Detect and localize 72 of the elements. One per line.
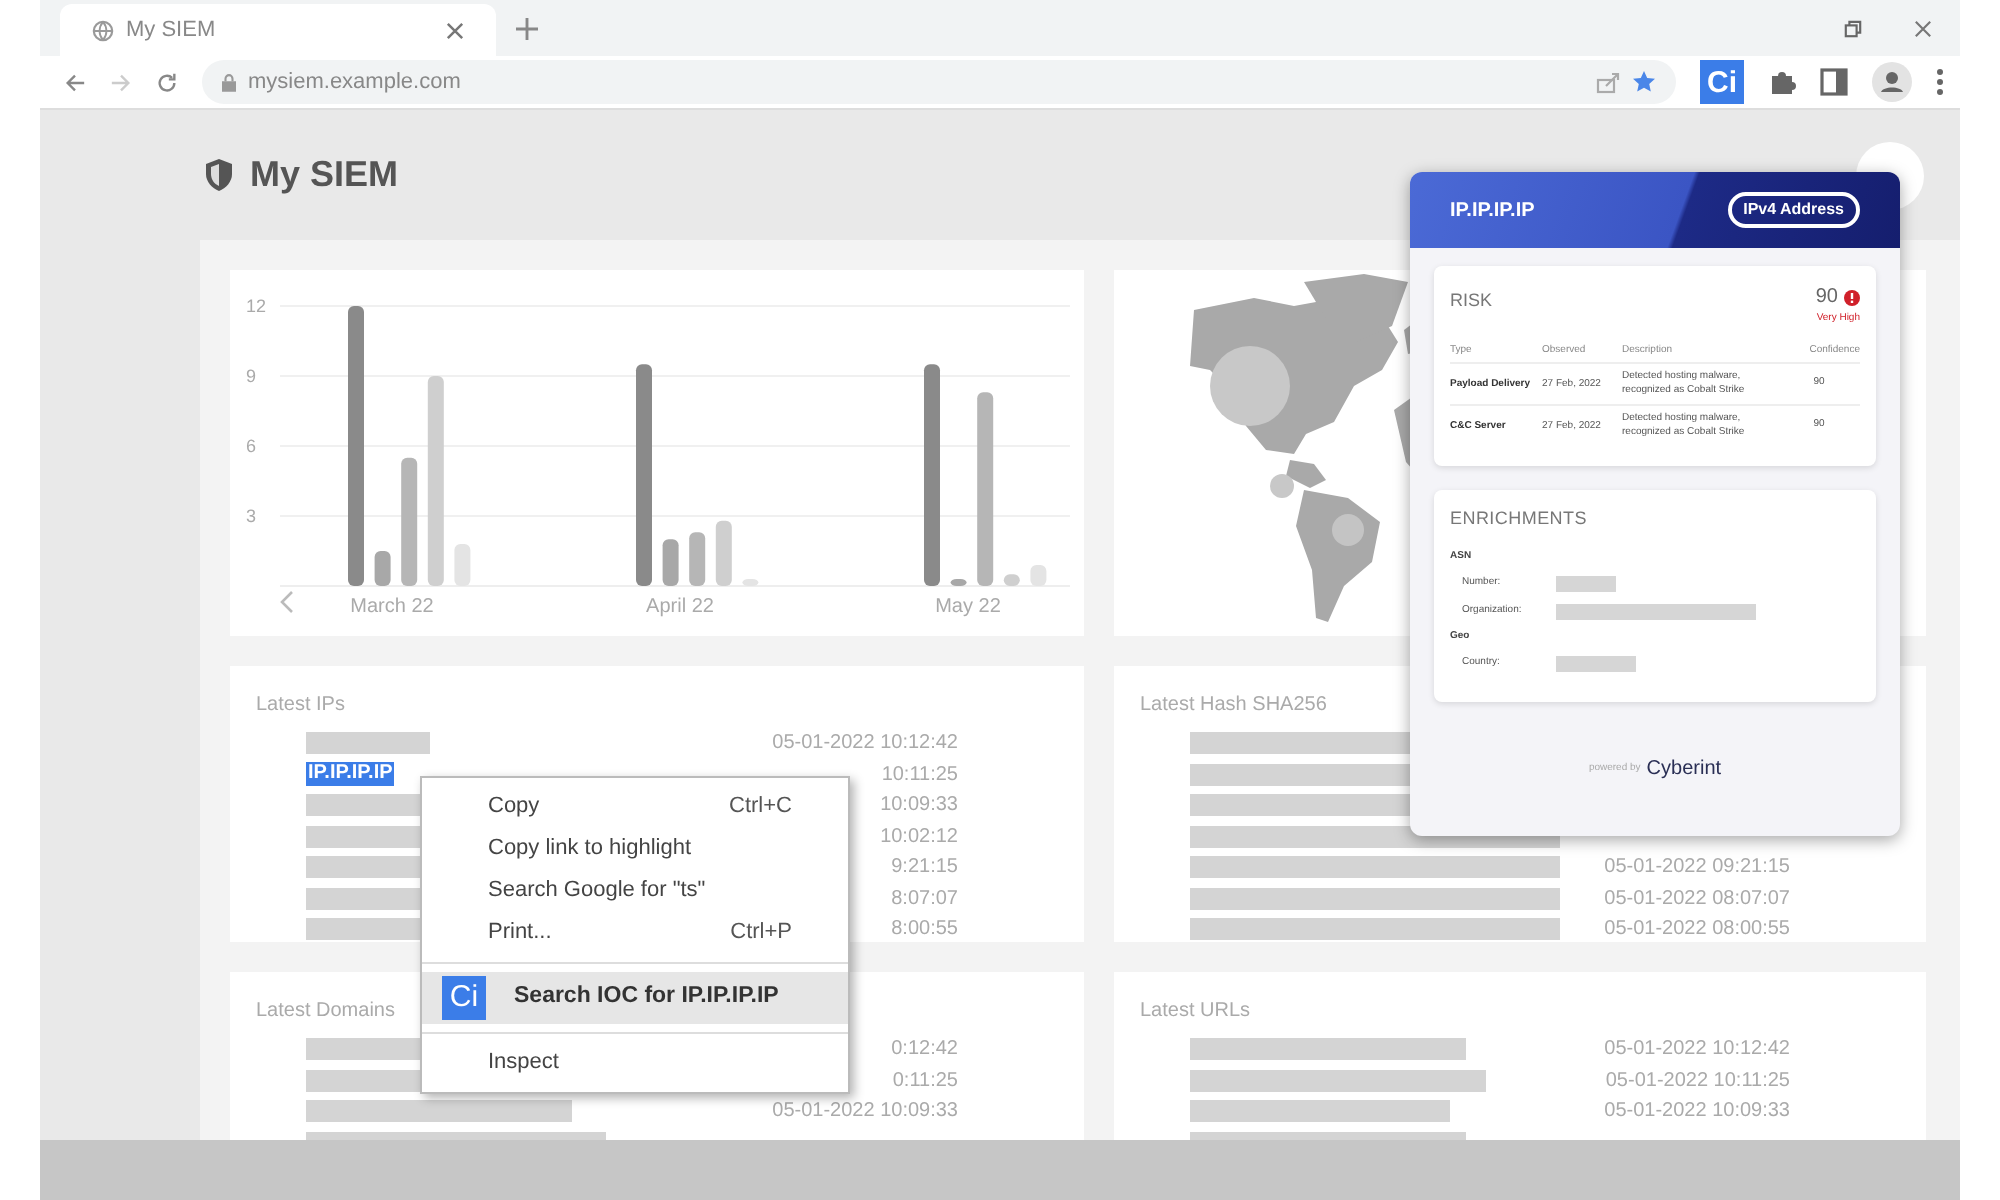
timestamp: 05-01-2022 10:12:42 xyxy=(1604,1036,1790,1065)
section-title: ENRICHMENTS xyxy=(1450,506,1589,532)
brand-name: Cyberint xyxy=(1646,755,1722,784)
timestamp: 05-01-2022 10:11:25 xyxy=(1605,1067,1790,1096)
redacted-bar xyxy=(1556,655,1636,671)
close-icon[interactable] xyxy=(446,21,464,39)
timestamp: 05-01-2022 10:09:33 xyxy=(772,1098,958,1127)
chart-bar xyxy=(715,520,732,586)
url-text: mysiem.example.com xyxy=(248,67,463,98)
axis-label: 9 xyxy=(246,366,257,386)
axis-label: April 22 xyxy=(646,596,714,618)
puzzle-icon[interactable] xyxy=(1768,68,1796,96)
timestamp: 05-01-2022 08:07:07 xyxy=(1604,885,1790,914)
type-badge: IPv4 Address xyxy=(1727,192,1860,228)
menu-item[interactable]: Copy Ctrl+C xyxy=(422,786,848,828)
axis-label: March 22 xyxy=(350,596,434,618)
page-title: My SIEM xyxy=(250,152,399,198)
timestamp: 05-01-2022 10:09:33 xyxy=(1604,1098,1790,1127)
extension-icon: Ci xyxy=(442,976,486,1020)
timestamp: 9:21:15 xyxy=(891,854,958,883)
share-icon[interactable] xyxy=(1596,71,1620,93)
axis-label: 12 xyxy=(246,296,267,316)
timestamp: 8:07:07 xyxy=(891,885,958,914)
timestamp: 05-01-2022 08:00:55 xyxy=(1604,916,1790,942)
popup-title: IP.IP.IP.IP xyxy=(1450,197,1535,225)
menu-item[interactable]: Copy link to highlight xyxy=(422,828,848,870)
tab-title: My SIEM xyxy=(126,15,218,46)
chart-bar xyxy=(401,457,418,586)
menu-icon[interactable] xyxy=(1936,68,1944,96)
chart-bar xyxy=(950,579,967,586)
back-icon[interactable] xyxy=(64,71,86,93)
close-icon[interactable] xyxy=(1914,20,1932,38)
timestamp: 10:02:12 xyxy=(880,823,958,852)
timestamp: 0:11:25 xyxy=(892,1067,958,1096)
chart-bar xyxy=(662,539,679,586)
alert-icon xyxy=(1844,289,1860,305)
new-tab-icon[interactable] xyxy=(516,18,538,40)
reload-icon[interactable] xyxy=(156,71,178,93)
lock-icon xyxy=(222,73,236,91)
chart-bar xyxy=(1003,574,1020,586)
restore-icon[interactable] xyxy=(1844,20,1862,38)
card-title: Latest URLs xyxy=(1140,1000,1251,1022)
profile-icon[interactable] xyxy=(1872,62,1912,102)
card-title: Latest Domains xyxy=(256,1000,395,1022)
globe-icon xyxy=(92,19,114,41)
timestamp: 10:11:25 xyxy=(881,761,958,790)
timestamp: 10:09:33 xyxy=(880,792,958,821)
menu-item[interactable]: Print... Ctrl+P xyxy=(422,912,848,954)
side-panel-icon[interactable] xyxy=(1820,68,1848,96)
chart-bar xyxy=(374,551,391,586)
shield-icon xyxy=(204,158,234,192)
redacted-bar xyxy=(306,732,430,755)
timestamp: 05-01-2022 09:21:15 xyxy=(1604,854,1790,883)
menu-item[interactable]: Inspect xyxy=(422,1042,848,1084)
axis-label: 3 xyxy=(246,506,257,526)
axis-label: 6 xyxy=(246,436,257,456)
timestamp: 05-01-2022 10:12:42 xyxy=(772,730,958,759)
card-title: Latest Hash SHA256 xyxy=(1140,694,1327,716)
redacted-bar xyxy=(1556,575,1616,591)
timestamp: 0:12:42 xyxy=(891,1036,958,1065)
chart-bar xyxy=(689,532,706,586)
timestamp: 8:00:55 xyxy=(891,916,958,942)
extension-button[interactable]: Ci xyxy=(1700,60,1744,104)
section-title: RISK xyxy=(1450,288,1493,314)
axis-label: May 22 xyxy=(935,596,1001,618)
star-icon[interactable] xyxy=(1632,70,1656,94)
menu-item[interactable]: Ci Search IOC for IP.IP.IP.IP xyxy=(422,972,848,1024)
browser-tab[interactable]: My SIEM xyxy=(60,4,496,56)
card-title: Latest IPs xyxy=(256,694,345,716)
risk-score: 90 xyxy=(1815,284,1838,312)
ip-text: IP.IP.IP.IP xyxy=(306,762,395,787)
menu-item[interactable]: Search Google for "ts" xyxy=(422,870,848,912)
